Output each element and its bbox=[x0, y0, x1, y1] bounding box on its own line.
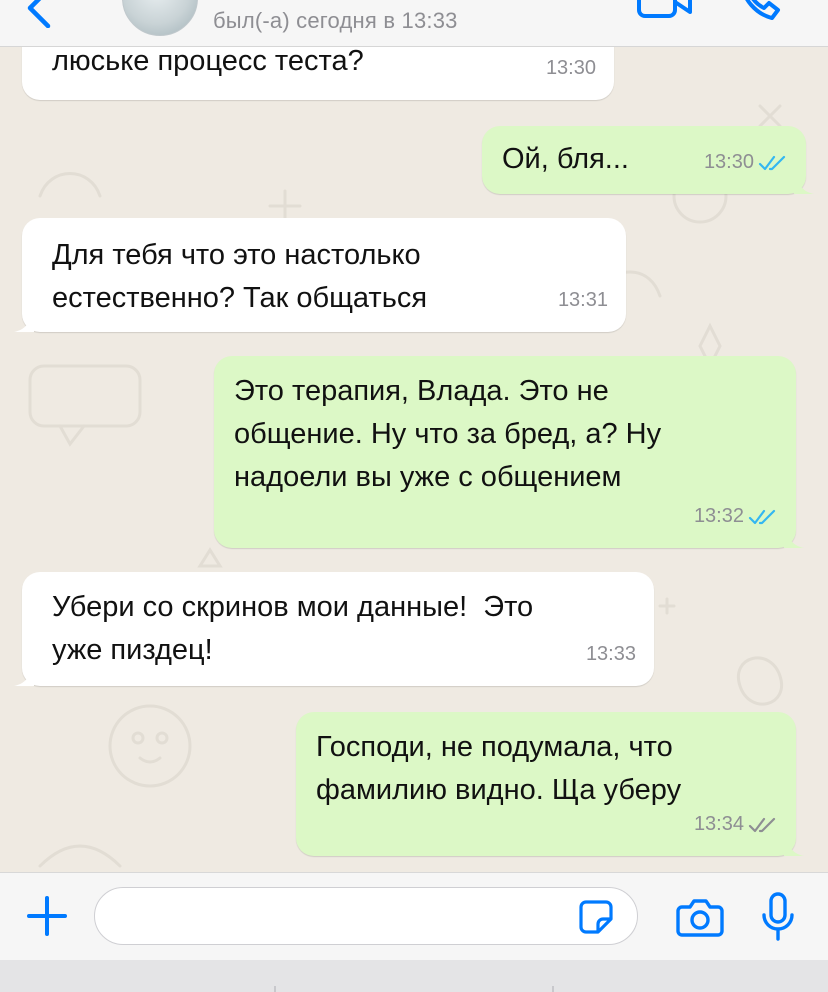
back-icon[interactable] bbox=[22, 0, 56, 28]
message-text: Господи, не подумала, что фамилию видно.… bbox=[316, 731, 682, 806]
message-text: Это терапия, Влада. Это не общение. Ну ч… bbox=[234, 375, 662, 493]
message-input[interactable] bbox=[94, 887, 638, 945]
message-input-bar bbox=[0, 872, 828, 961]
message-text: Для тебя что это настолько естественно? … bbox=[52, 239, 428, 314]
microphone-icon[interactable] bbox=[760, 891, 796, 943]
avatar[interactable] bbox=[122, 0, 198, 36]
message-meta: 13:30 bbox=[704, 141, 788, 184]
message-meta: 13:31 bbox=[558, 279, 608, 322]
bubble-tail bbox=[14, 664, 34, 686]
keyboard-strip bbox=[0, 960, 828, 992]
message-meta: 13:32 bbox=[694, 495, 778, 538]
bubble-tail bbox=[784, 526, 804, 548]
camera-icon[interactable] bbox=[676, 897, 724, 937]
message-incoming[interactable]: Для тебя что это настолько естественно? … bbox=[14, 218, 626, 332]
message-outgoing[interactable]: Господи, не подумала, что фамилию видно.… bbox=[296, 712, 804, 856]
divider bbox=[552, 986, 554, 992]
delivered-ticks-icon bbox=[748, 817, 776, 832]
message-time: 13:32 bbox=[693, 505, 744, 527]
plus-icon[interactable] bbox=[26, 895, 68, 937]
bubble-tail bbox=[784, 834, 804, 856]
message-meta: 13:34 bbox=[694, 803, 778, 846]
message-incoming[interactable]: Убери со скринов мои данные! Это уже пиз… bbox=[14, 572, 654, 686]
message-time: 13:33 bbox=[585, 643, 636, 665]
video-call-icon[interactable] bbox=[636, 0, 694, 20]
message-time: 13:30 bbox=[545, 57, 596, 79]
message-outgoing[interactable]: Ой, бля... 13:30 bbox=[482, 126, 814, 194]
message-text: Убери со скринов мои данные! Это уже пиз… bbox=[52, 591, 534, 666]
message-meta: 13:30 bbox=[546, 47, 596, 90]
message-meta: 13:33 bbox=[586, 633, 636, 676]
message-time: 13:30 bbox=[703, 151, 754, 173]
chat-header: был(-а) сегодня в 13:33 bbox=[0, 0, 828, 47]
voice-call-icon[interactable] bbox=[738, 0, 782, 24]
read-ticks-icon bbox=[748, 509, 776, 524]
message-outgoing[interactable]: Это терапия, Влада. Это не общение. Ну ч… bbox=[214, 356, 804, 548]
bubble-tail bbox=[794, 172, 814, 194]
bubble-tail bbox=[14, 310, 34, 332]
read-ticks-icon bbox=[758, 155, 786, 170]
last-seen-status: был(-а) сегодня в 13:33 bbox=[213, 8, 458, 33]
divider bbox=[274, 986, 276, 992]
message-time: 13:34 bbox=[693, 813, 744, 835]
message-time: 13:31 bbox=[557, 289, 608, 311]
sticker-icon[interactable] bbox=[578, 899, 614, 935]
